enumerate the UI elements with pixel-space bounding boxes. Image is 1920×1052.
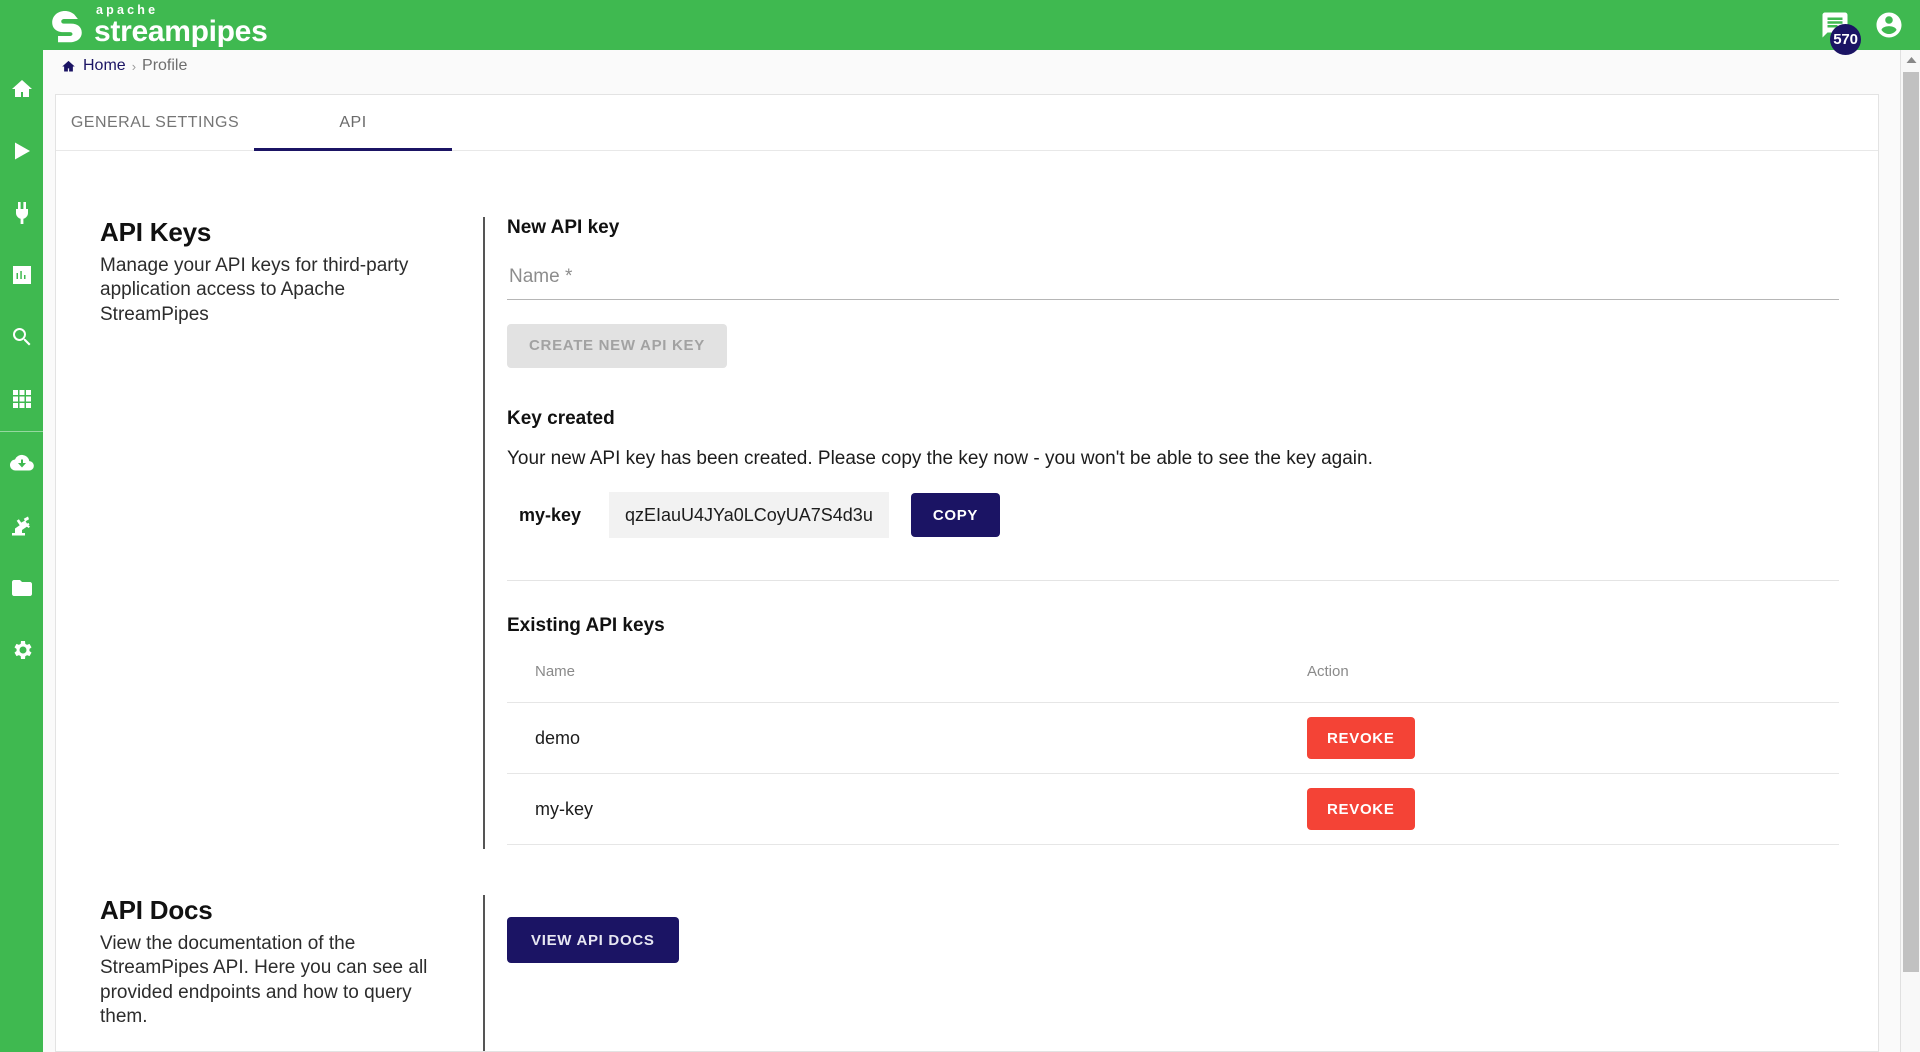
view-api-docs-button[interactable]: VIEW API DOCS bbox=[507, 917, 679, 963]
top-bar: apache streampipes 570 bbox=[0, 0, 1920, 50]
message-count-badge: 570 bbox=[1830, 24, 1861, 55]
home-icon bbox=[61, 59, 76, 74]
sidebar-item-data-explorer[interactable] bbox=[0, 306, 43, 368]
tab-bar: GENERAL SETTINGS API bbox=[56, 95, 1878, 151]
breadcrumb-current: Profile bbox=[142, 57, 187, 75]
table-head: Name Action bbox=[507, 663, 1839, 703]
scrollbar-thumb[interactable] bbox=[1903, 72, 1919, 972]
table-row: my-key REVOKE bbox=[507, 774, 1839, 845]
streampipes-s-logo-icon bbox=[46, 2, 94, 46]
sidebar-item-pipelines[interactable] bbox=[0, 120, 43, 182]
api-docs-description: View the documentation of the StreamPipe… bbox=[100, 932, 443, 1029]
table-header-row: Name Action bbox=[507, 663, 1839, 703]
profile-card: GENERAL SETTINGS API API Keys Manage you… bbox=[55, 94, 1879, 1052]
breadcrumb-home-label: Home bbox=[83, 57, 126, 75]
robot-arm-icon bbox=[10, 514, 34, 538]
revoke-button[interactable]: REVOKE bbox=[1307, 788, 1415, 830]
tab-general-settings[interactable]: GENERAL SETTINGS bbox=[56, 95, 254, 150]
sidebar-item-home[interactable] bbox=[0, 58, 43, 120]
search-icon bbox=[10, 325, 34, 349]
sidebar-item-apps[interactable] bbox=[0, 368, 43, 430]
key-name-cell: demo bbox=[507, 703, 1279, 774]
api-keys-title: API Keys bbox=[100, 217, 443, 248]
key-action-cell: REVOKE bbox=[1279, 774, 1839, 845]
page-container: Home › Profile GENERAL SETTINGS API API … bbox=[43, 50, 1900, 1052]
sidebar-item-connect[interactable] bbox=[0, 182, 43, 244]
play-icon bbox=[10, 139, 34, 163]
bar-chart-icon bbox=[10, 263, 34, 287]
key-created-heading: Key created bbox=[507, 408, 1878, 430]
api-key-name-field bbox=[507, 265, 1839, 300]
generated-key-name: my-key bbox=[507, 505, 609, 526]
generated-key-row: my-key qzEIauU4JYa0LCoyUA7S4d3u COPY bbox=[507, 492, 1878, 538]
revoke-button[interactable]: REVOKE bbox=[1307, 717, 1415, 759]
brand-streampipes-label: streampipes bbox=[94, 18, 267, 47]
breadcrumb-home-link[interactable]: Home bbox=[61, 57, 126, 75]
folder-icon bbox=[10, 576, 34, 600]
column-header-action: Action bbox=[1279, 663, 1839, 703]
scroll-up-button[interactable] bbox=[1901, 50, 1920, 70]
sidebar-item-assets[interactable] bbox=[0, 495, 43, 557]
api-keys-description: Manage your API keys for third-party app… bbox=[100, 254, 443, 327]
key-created-message: Your new API key has been created. Pleas… bbox=[507, 448, 1878, 470]
sidebar-divider bbox=[0, 431, 43, 432]
vertical-scrollbar[interactable] bbox=[1900, 50, 1920, 1052]
existing-api-keys-table: Name Action demo REVOKE bbox=[507, 663, 1839, 845]
api-key-name-input[interactable] bbox=[507, 265, 1839, 289]
grid-apps-icon bbox=[10, 387, 34, 411]
new-api-key-heading: New API key bbox=[507, 217, 1878, 239]
chevron-up-icon bbox=[1906, 56, 1917, 64]
cloud-download-icon bbox=[10, 452, 34, 476]
sidebar-item-dashboard[interactable] bbox=[0, 244, 43, 306]
existing-api-keys-heading: Existing API keys bbox=[507, 615, 1878, 637]
api-docs-title: API Docs bbox=[100, 895, 443, 926]
copy-key-button[interactable]: COPY bbox=[911, 493, 1000, 537]
top-bar-actions: 570 bbox=[1820, 0, 1904, 50]
brand-logo[interactable]: apache streampipes bbox=[46, 0, 267, 50]
message-icon[interactable]: 570 bbox=[1820, 10, 1850, 40]
api-keys-description-column: API Keys Manage your API keys for third-… bbox=[100, 217, 483, 849]
key-action-cell: REVOKE bbox=[1279, 703, 1839, 774]
sidebar-item-configuration[interactable] bbox=[0, 619, 43, 681]
key-name-cell: my-key bbox=[507, 774, 1279, 845]
api-docs-description-column: API Docs View the documentation of the S… bbox=[100, 895, 483, 1052]
home-icon bbox=[10, 77, 34, 101]
app-root: apache streampipes 570 bbox=[0, 0, 1920, 1052]
column-header-name: Name bbox=[507, 663, 1279, 703]
breadcrumb-separator: › bbox=[132, 59, 136, 74]
table-body: demo REVOKE my-key REVOKE bbox=[507, 703, 1839, 845]
content-divider bbox=[507, 580, 1839, 581]
api-keys-section: API Keys Manage your API keys for third-… bbox=[56, 151, 1878, 849]
api-keys-content-column: New API key CREATE NEW API KEY Key creat… bbox=[485, 217, 1878, 849]
gear-icon bbox=[10, 638, 34, 662]
sidebar bbox=[0, 50, 43, 1052]
create-new-api-key-button[interactable]: CREATE NEW API KEY bbox=[507, 324, 727, 368]
account-circle-icon[interactable] bbox=[1874, 10, 1904, 40]
generated-key-value[interactable]: qzEIauU4JYa0LCoyUA7S4d3u bbox=[609, 492, 889, 538]
plug-icon bbox=[10, 201, 34, 225]
api-docs-content-column: VIEW API DOCS bbox=[485, 895, 1878, 1052]
sidebar-item-install[interactable] bbox=[0, 433, 43, 495]
table-row: demo REVOKE bbox=[507, 703, 1839, 774]
tab-api[interactable]: API bbox=[254, 95, 452, 150]
api-docs-section: API Docs View the documentation of the S… bbox=[56, 849, 1878, 1052]
sidebar-item-files[interactable] bbox=[0, 557, 43, 619]
brand-logo-text: apache streampipes bbox=[94, 4, 267, 46]
breadcrumb: Home › Profile bbox=[43, 50, 1900, 82]
